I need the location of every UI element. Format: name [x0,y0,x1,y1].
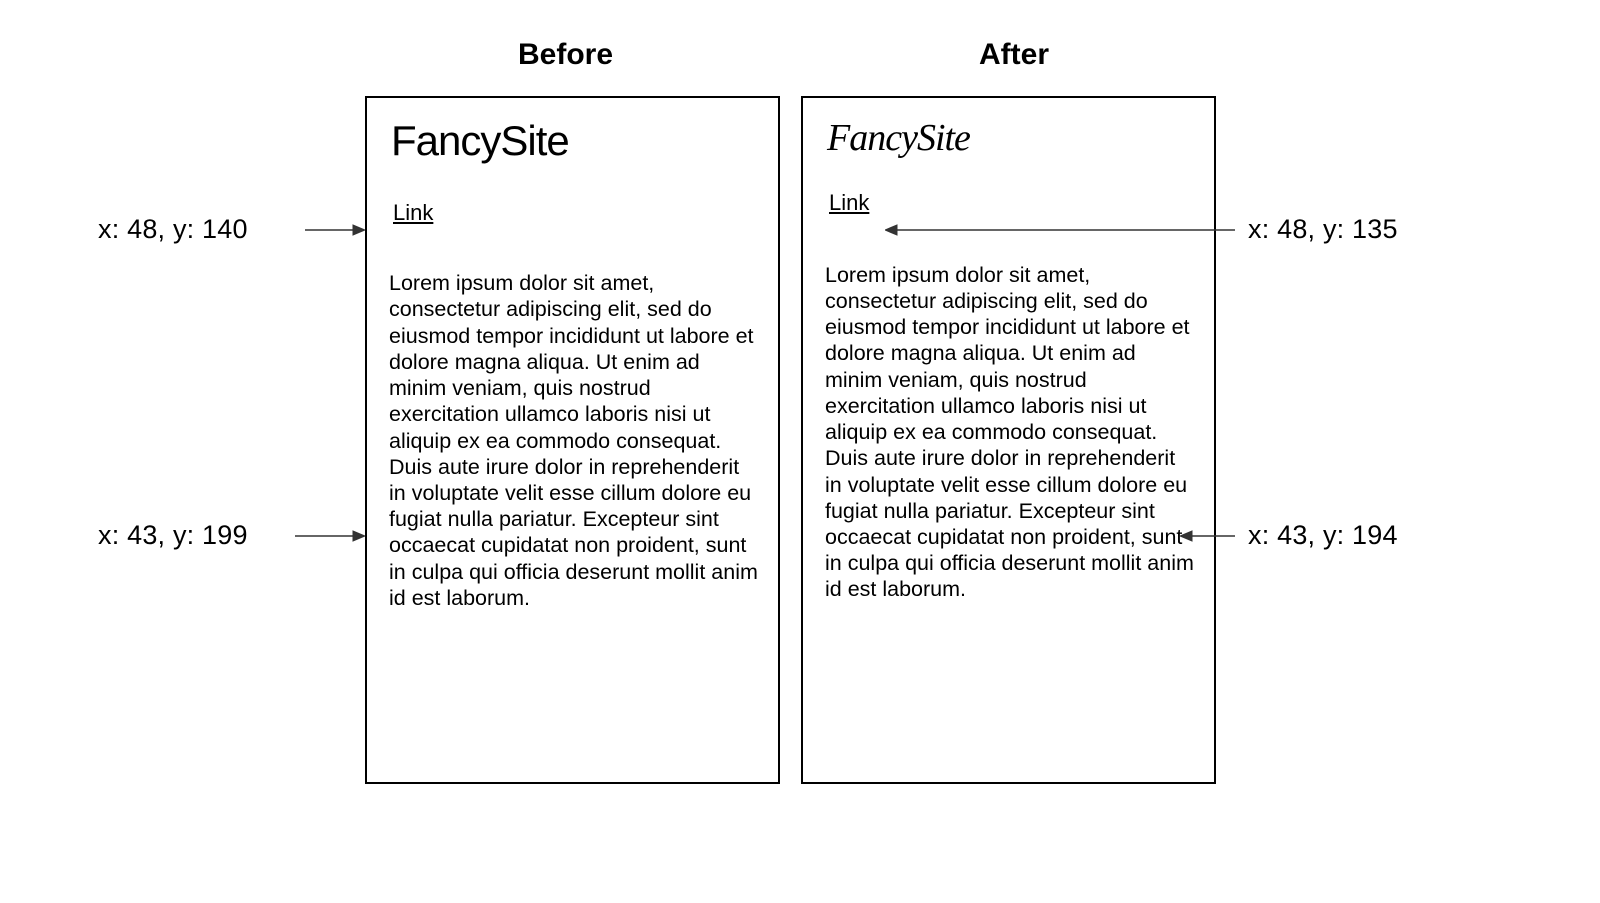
coord-label-after-body: x: 43, y: 194 [1248,520,1398,551]
body-paragraph-after: Lorem ipsum dolor sit amet, consectetur … [825,262,1194,603]
site-title-before: FancySite [391,118,760,164]
arrow-icon [885,222,1235,238]
arrow-icon [305,222,365,238]
example-link-before[interactable]: Link [393,200,433,226]
coord-label-after-link: x: 48, y: 135 [1248,214,1398,245]
mockup-after: FancySite Link Lorem ipsum dolor sit ame… [801,96,1216,784]
arrow-icon [1180,528,1235,544]
site-title-after: FancySite [827,118,1196,160]
body-paragraph-before: Lorem ipsum dolor sit amet, consectetur … [389,270,758,611]
example-link-after[interactable]: Link [829,190,869,216]
mockup-before: FancySite Link Lorem ipsum dolor sit ame… [365,96,780,784]
coord-label-before-link: x: 48, y: 140 [98,214,248,245]
column-header-before: Before [518,38,613,72]
column-header-after: After [979,38,1049,72]
arrow-icon [295,528,365,544]
coord-label-before-body: x: 43, y: 199 [98,520,248,551]
